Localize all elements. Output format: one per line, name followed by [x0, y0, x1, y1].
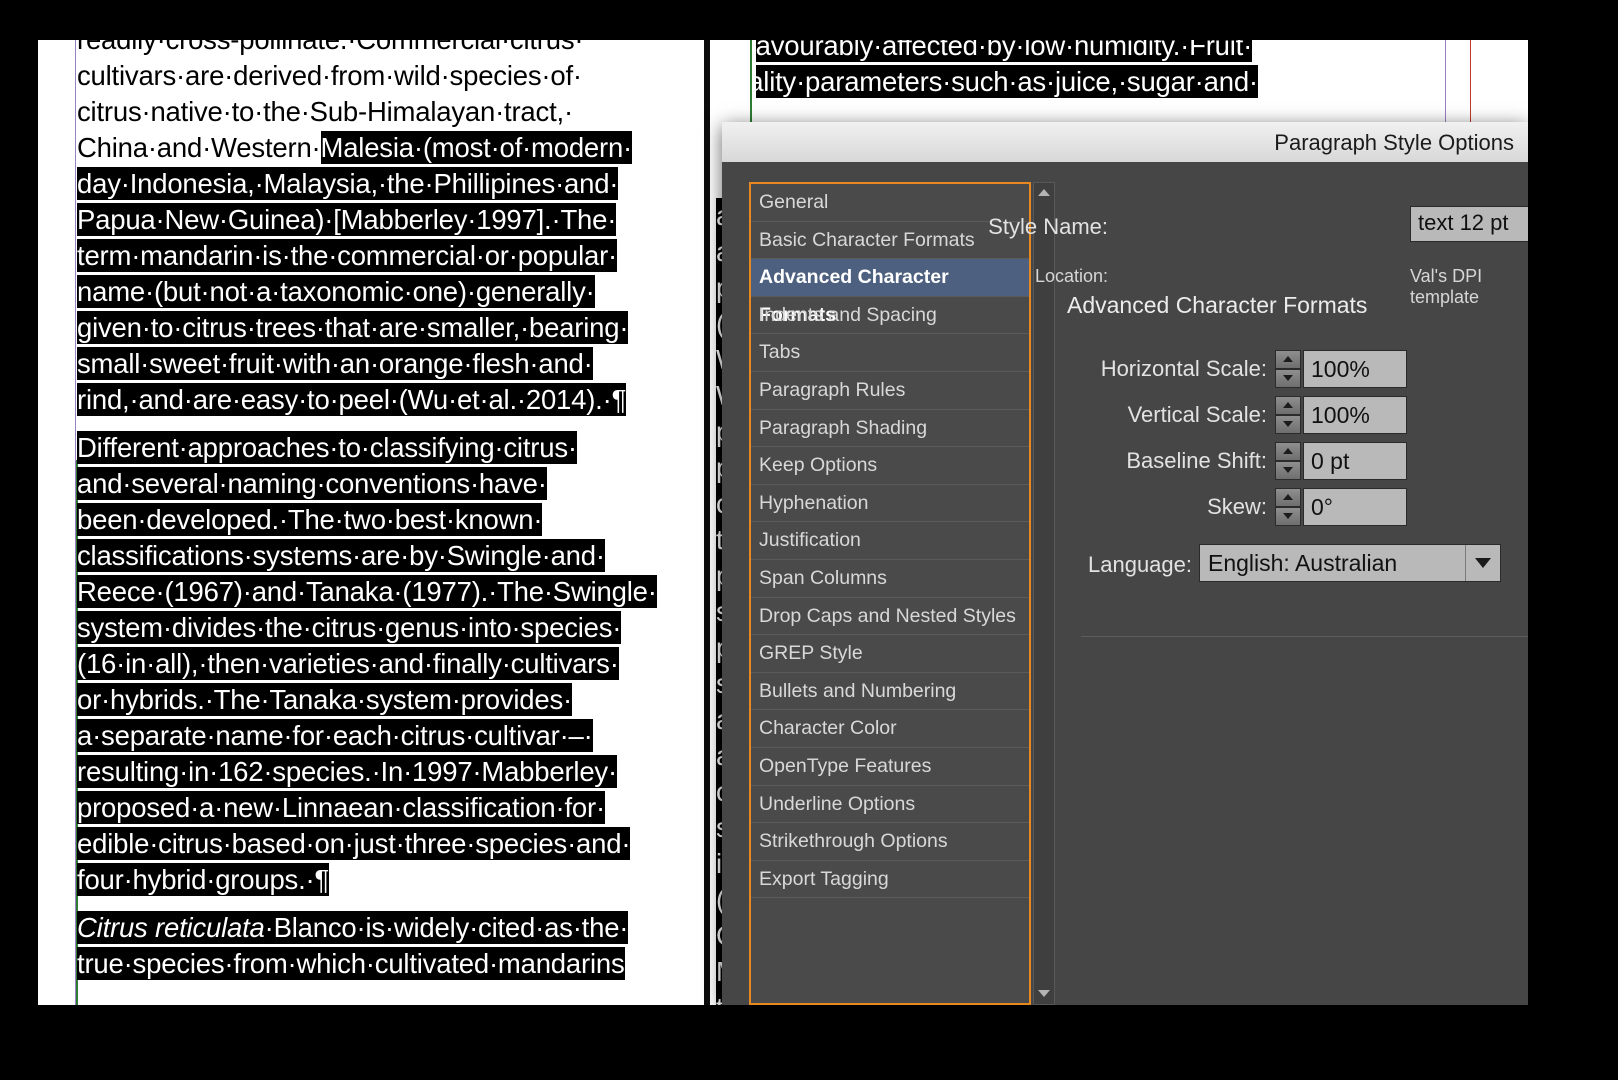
- document-line: China·and·Western·Malesia·(most·of·moder…: [77, 131, 633, 164]
- dialog-titlebar[interactable]: Paragraph Style Options: [722, 122, 1528, 163]
- category-item-opentype-features[interactable]: OpenType Features: [751, 748, 1029, 786]
- settings-pane: Style Name: text 12 pt Location: Val's D…: [988, 162, 1528, 1005]
- document-line: or·hybrids.·The·Tanaka·system·provides·: [77, 683, 572, 716]
- right-column-text[interactable]: unfavourably·affected·by·low·humidity.·F…: [718, 40, 1318, 100]
- category-item-export-tagging[interactable]: Export Tagging: [751, 861, 1029, 899]
- document-line: a·separate·name·for·each·citrus·cultivar…: [77, 719, 593, 752]
- screen: readily·cross-pollinate.·Commercial·citr…: [0, 0, 1618, 1080]
- document-line: Reece·(1967)·and·Tanaka·(1977).·The·Swin…: [77, 575, 657, 608]
- dialog-body: General Basic Character Formats Advanced C…: [722, 162, 1528, 1005]
- scroll-up-arrow-icon[interactable]: [1034, 183, 1054, 203]
- category-item-span-columns[interactable]: Span Columns: [751, 560, 1029, 598]
- document-line: edible·citrus·based·on·just·three·specie…: [77, 827, 631, 860]
- document-line: readily·cross-pollinate.·Commercial·citr…: [77, 40, 707, 58]
- document-line: classifications·systems·are·by·Swingle·a…: [77, 539, 605, 572]
- category-item-strikethrough-options[interactable]: Strikethrough Options: [751, 823, 1029, 861]
- style-name-value: text 12 pt: [1418, 210, 1509, 235]
- pane-divider: [1081, 636, 1528, 637]
- document-line: proposed·a·new·Linnaean·classification·f…: [77, 791, 605, 824]
- location-label: Location:: [1034, 266, 1108, 286]
- document-page-left[interactable]: readily·cross-pollinate.·Commercial·citr…: [38, 40, 704, 1005]
- document-line: been·developed.·The·two·best·known·: [77, 503, 543, 536]
- document-line: cultivars·are·derived·from·wild·species·…: [77, 60, 582, 91]
- stepper-3[interactable]: [1275, 488, 1301, 526]
- document-line: true·species·from·which·cultivated·manda…: [77, 947, 625, 980]
- document-line: Different·approaches·to·classifying·citr…: [77, 431, 577, 464]
- document-line: citrus·native·to·the·Sub-Himalayan·tract…: [77, 96, 573, 127]
- stepper-up-icon[interactable]: [1275, 442, 1301, 461]
- document-line: (16·in·all),·then·varieties·and·finally·…: [77, 647, 619, 680]
- stepper-down-icon[interactable]: [1275, 369, 1301, 388]
- category-item-underline-options[interactable]: Underline Options: [751, 786, 1029, 824]
- document-line: day·Indonesia,·Malaysia,·the·Phillipines…: [77, 167, 619, 200]
- stepper-down-icon[interactable]: [1275, 507, 1301, 526]
- stepper-down-icon[interactable]: [1275, 461, 1301, 480]
- field-input-2[interactable]: 0 pt: [1303, 442, 1407, 480]
- language-value: English: Australian: [1208, 550, 1398, 576]
- stepper-2[interactable]: [1275, 442, 1301, 480]
- document-line: given·to·citrus·trees·that·are·smaller,·…: [77, 311, 629, 344]
- category-item-drop-caps-and-nested-styles[interactable]: Drop Caps and Nested Styles: [751, 598, 1029, 636]
- field-input-3[interactable]: 0°: [1303, 488, 1407, 526]
- document-line: term·mandarin·is·the·commercial·or·popul…: [77, 239, 618, 272]
- document-line: Citrus reticulata·Blanco·is·widely·cited…: [77, 911, 629, 944]
- chevron-down-icon[interactable]: [1465, 545, 1500, 581]
- stepper-up-icon[interactable]: [1275, 350, 1301, 369]
- category-item-paragraph-shading[interactable]: Paragraph Shading: [751, 410, 1029, 448]
- category-item-character-color[interactable]: Character Color: [751, 710, 1029, 748]
- category-item-tabs[interactable]: Tabs: [751, 334, 1029, 372]
- scroll-down-arrow-icon[interactable]: [1034, 984, 1054, 1004]
- document-line: resulting·in·162·species.·In·1997·Mabber…: [77, 755, 617, 788]
- section-title: Advanced Character Formats: [1067, 292, 1368, 318]
- language-label: Language:: [1088, 552, 1192, 577]
- field-label-3: Skew:: [1207, 494, 1267, 519]
- field-input-0[interactable]: 100%: [1303, 350, 1407, 388]
- field-label-0: Horizontal Scale:: [1100, 356, 1267, 381]
- document-line: unfavourably·affected·by·low·humidity.·F…: [718, 40, 1318, 64]
- paragraph-style-options-dialog[interactable]: Paragraph Style Options General Basic Cha…: [722, 122, 1528, 1005]
- category-item-indents-and-spacing[interactable]: Indents and Spacing: [751, 297, 1029, 335]
- dialog-title: Paragraph Style Options: [1274, 130, 1514, 155]
- location-value: Val's DPI template: [1410, 266, 1483, 307]
- document-line: small·sweet·fruit·with·an·orange·flesh·a…: [77, 347, 593, 380]
- category-list-scrollbar[interactable]: [1033, 182, 1055, 1005]
- document-line: name·(but·not·a·taxonomic·one)·generally…: [77, 275, 595, 308]
- field-label-2: Baseline Shift:: [1126, 448, 1267, 473]
- category-item-paragraph-rules[interactable]: Paragraph Rules: [751, 372, 1029, 410]
- category-item-justification[interactable]: Justification: [751, 522, 1029, 560]
- style-name-label: Style Name:: [988, 214, 1108, 239]
- stepper-0[interactable]: [1275, 350, 1301, 388]
- document-line: system·divides·the·citrus·genus·into·spe…: [77, 611, 622, 644]
- category-item-hyphenation[interactable]: Hyphenation: [751, 485, 1029, 523]
- field-input-1[interactable]: 100%: [1303, 396, 1407, 434]
- stepper-up-icon[interactable]: [1275, 488, 1301, 507]
- language-dropdown[interactable]: English: Australian: [1199, 544, 1501, 582]
- category-list-empty-area: [751, 898, 1029, 998]
- document-line: four·hybrid·groups.·¶: [77, 863, 330, 896]
- document-line: rind,·and·are·easy·to·peel·(Wu·et·al.·20…: [77, 383, 627, 416]
- field-label-1: Vertical Scale:: [1127, 402, 1267, 427]
- document-line: quality·parameters·such·as·juice,·sugar·…: [718, 65, 1258, 98]
- style-name-input[interactable]: text 12 pt: [1410, 206, 1528, 242]
- document-line: and·several·naming·conventions·have·: [77, 467, 547, 500]
- left-column-text[interactable]: readily·cross-pollinate.·Commercial·citr…: [77, 40, 707, 982]
- document-line: Papua·New·Guinea)·[Mabberley·1997].·The·: [77, 203, 617, 236]
- category-item-bullets-and-numbering[interactable]: Bullets and Numbering: [751, 673, 1029, 711]
- category-item-grep-style[interactable]: GREP Style: [751, 635, 1029, 673]
- category-item-keep-options[interactable]: Keep Options: [751, 447, 1029, 485]
- stepper-up-icon[interactable]: [1275, 396, 1301, 415]
- stepper-down-icon[interactable]: [1275, 415, 1301, 434]
- category-list[interactable]: General Basic Character Formats Advanced C…: [749, 182, 1031, 1005]
- stepper-1[interactable]: [1275, 396, 1301, 434]
